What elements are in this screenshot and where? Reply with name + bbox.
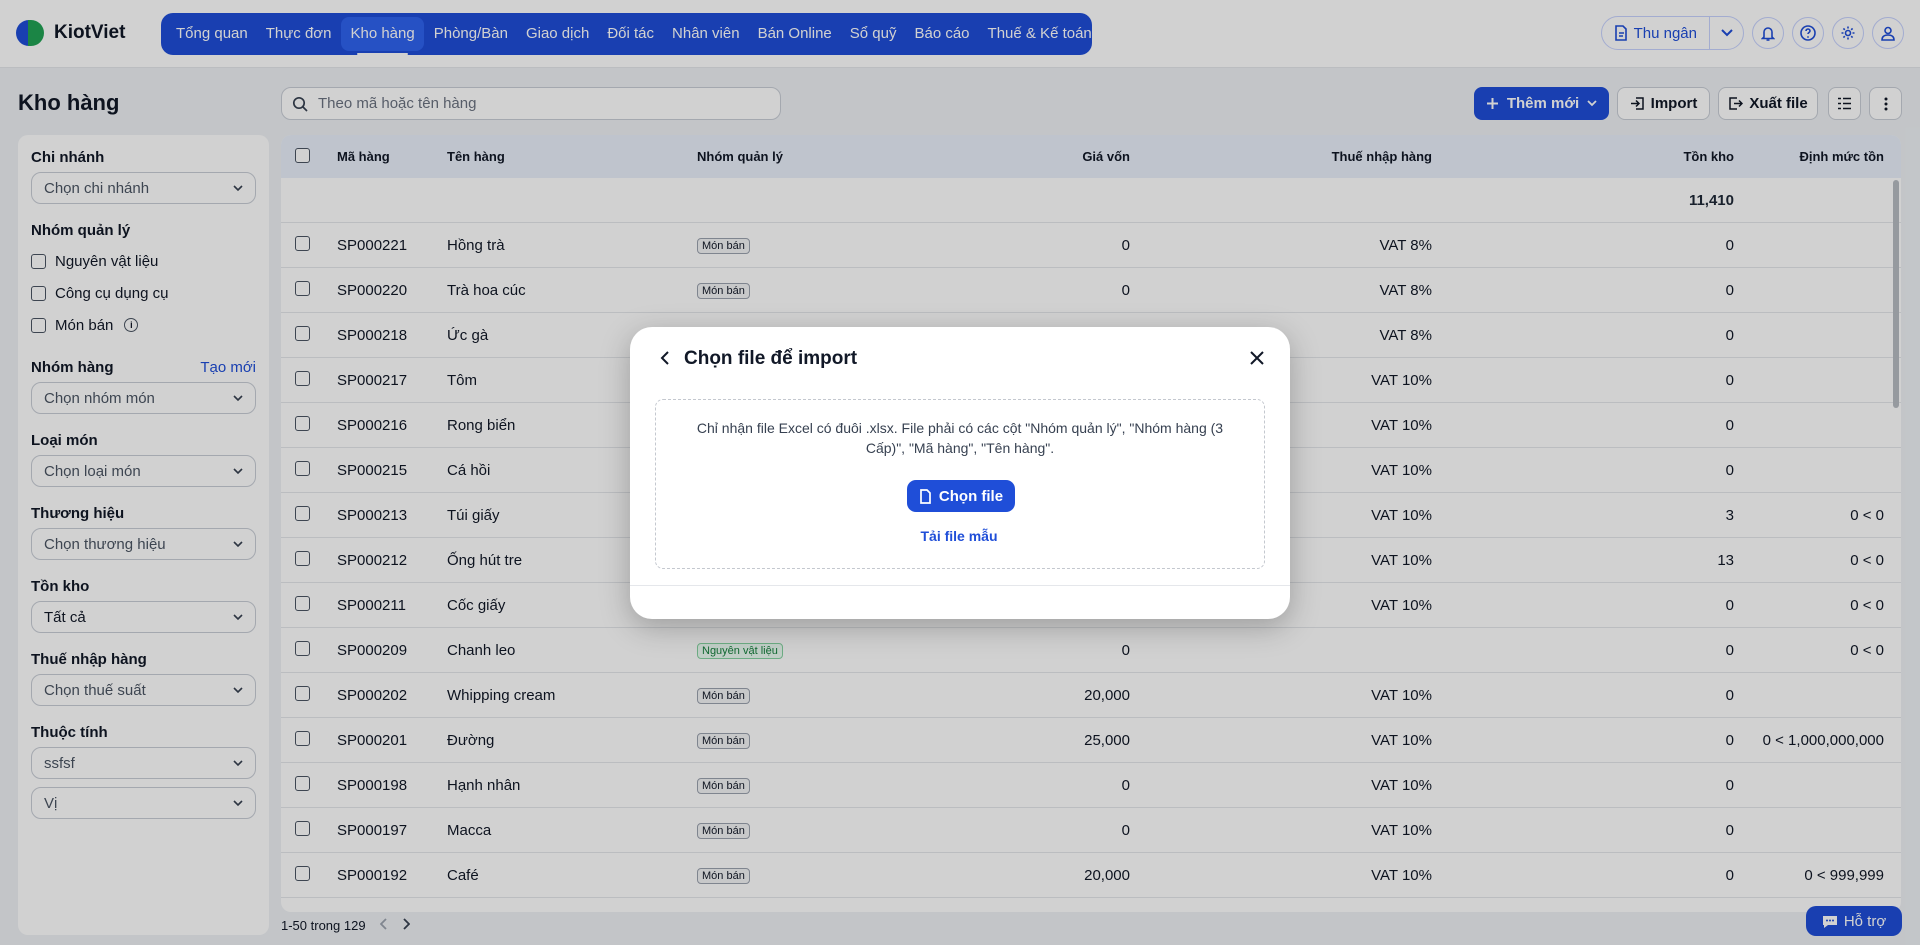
close-button[interactable]	[1250, 350, 1264, 368]
choose-file-button[interactable]: Chọn file	[907, 480, 1015, 512]
choose-file-label: Chọn file	[938, 487, 1004, 505]
download-sample-link[interactable]: Tải file mẫu	[910, 520, 1008, 552]
dialog-title: Chọn file để import	[684, 348, 858, 369]
back-button[interactable]	[660, 350, 670, 368]
file-icon	[920, 488, 931, 504]
chevron-left-icon	[660, 350, 669, 365]
import-instructions: Chỉ nhận file Excel có đuôi .xlsx. File …	[696, 420, 1224, 456]
file-drop-zone[interactable]: Chỉ nhận file Excel có đuôi .xlsx. File …	[655, 399, 1265, 569]
dialog-divider	[630, 585, 1290, 586]
dialog-header: Chọn file để import	[630, 327, 1290, 391]
close-icon	[1250, 350, 1264, 365]
import-file-dialog: Chọn file để import Chỉ nhận file Excel …	[630, 327, 1290, 619]
